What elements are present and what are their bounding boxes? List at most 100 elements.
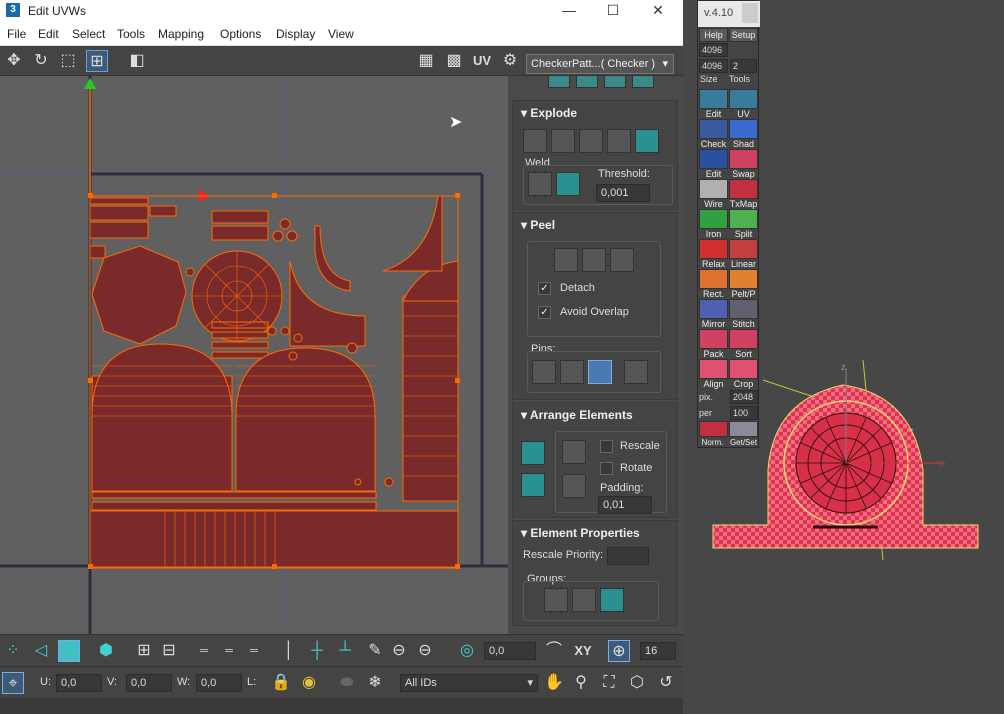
freeze-icon[interactable]: ❄ xyxy=(364,672,386,694)
menu-options[interactable]: Options xyxy=(220,27,261,41)
get-set-button[interactable] xyxy=(729,421,758,437)
zoom-region-icon[interactable]: ⛶ xyxy=(598,672,620,694)
edit-ps-button[interactable] xyxy=(699,149,728,169)
explode-tool-3-icon[interactable] xyxy=(579,129,603,153)
wire-button[interactable] xyxy=(699,179,728,199)
explode-tool-2-icon[interactable] xyxy=(551,129,575,153)
select-pins-icon[interactable] xyxy=(624,360,648,384)
point-to-point-icon[interactable]: ┼ xyxy=(306,640,328,662)
auto-pin-icon[interactable] xyxy=(588,360,612,384)
quick-tool-3-icon[interactable] xyxy=(604,76,626,88)
split-button[interactable] xyxy=(729,209,758,229)
move-icon[interactable]: ✥ xyxy=(3,50,25,72)
arrange-header[interactable]: ▾ Arrange Elements xyxy=(521,408,633,422)
uv-canvas[interactable] xyxy=(0,76,508,634)
select-group-icon[interactable] xyxy=(600,588,624,612)
maximize-button[interactable]: ☐ xyxy=(593,1,633,19)
loop-grow-icon[interactable]: ═ xyxy=(218,640,240,662)
zoom-icon[interactable]: ⚲ xyxy=(570,672,592,694)
ring-grow-icon[interactable]: │ xyxy=(278,640,300,662)
help-button[interactable]: Help xyxy=(699,28,728,42)
mirror-button[interactable] xyxy=(699,299,728,319)
group-selected-icon[interactable] xyxy=(544,588,568,612)
rescale-priority-spinner[interactable] xyxy=(607,547,649,565)
vertex-mode-icon[interactable]: ⁘ xyxy=(2,640,24,662)
rotate-icon[interactable]: ↻ xyxy=(30,50,52,72)
shrink-select-icon[interactable]: ⊟ xyxy=(158,640,180,662)
loop-select-icon[interactable]: ═ xyxy=(193,640,215,662)
quick-tool-2-icon[interactable] xyxy=(576,76,598,88)
menu-select[interactable]: Select xyxy=(72,27,105,41)
norm-button[interactable] xyxy=(699,421,728,437)
sort-button[interactable] xyxy=(729,329,758,349)
swap-button[interactable] xyxy=(729,149,758,169)
peel-quick-icon[interactable] xyxy=(554,248,578,272)
grid-spinner[interactable]: 16 xyxy=(640,642,676,660)
xy-toggle[interactable]: XY xyxy=(572,640,594,662)
edit-button[interactable] xyxy=(699,89,728,109)
hide-icon[interactable]: ◉ xyxy=(298,672,320,694)
detach-checkbox[interactable]: ✓ xyxy=(538,282,551,295)
floater-close-button[interactable] xyxy=(742,3,758,23)
absolute-mode-icon[interactable]: ⌖ xyxy=(2,672,24,694)
rescale-checkbox[interactable] xyxy=(600,440,613,453)
mirror-icon[interactable]: ◧ xyxy=(126,50,148,72)
crop-button[interactable] xyxy=(729,359,758,379)
menu-display[interactable]: Display xyxy=(276,27,315,41)
unpin-icon[interactable] xyxy=(560,360,584,384)
ungroup-icon[interactable] xyxy=(572,588,596,612)
avoid-overlap-checkbox[interactable]: ✓ xyxy=(538,306,551,319)
element-properties-header[interactable]: ▾ Element Properties xyxy=(521,526,640,540)
pelt-button[interactable] xyxy=(729,269,758,289)
peel-reset-icon[interactable] xyxy=(610,248,634,272)
size-a-field[interactable]: 4096 xyxy=(699,43,728,57)
pin-icon[interactable] xyxy=(532,360,556,384)
lock-icon[interactable]: 🔒 xyxy=(270,672,292,694)
check-button[interactable] xyxy=(699,119,728,139)
edge-seam-icon[interactable]: ┴ xyxy=(334,640,356,662)
freeform-icon[interactable]: ⊞ xyxy=(86,50,108,72)
size-c-field[interactable]: 2 xyxy=(730,59,757,73)
txmap-button[interactable] xyxy=(729,179,758,199)
menu-mapping[interactable]: Mapping xyxy=(158,27,204,41)
per-field[interactable]: 100 xyxy=(730,406,758,420)
pack-button[interactable] xyxy=(699,329,728,349)
face-mode-icon[interactable] xyxy=(58,640,80,662)
edge-mode-icon[interactable]: ◁ xyxy=(30,640,52,662)
checker-icon[interactable]: ▩ xyxy=(443,50,465,72)
settings-icon[interactable]: ⚙ xyxy=(499,50,521,72)
threshold-spinner[interactable]: 0,001 xyxy=(596,184,650,202)
rect-button[interactable] xyxy=(699,269,728,289)
minimize-button[interactable]: — xyxy=(549,1,589,19)
scale-icon[interactable]: ⬚ xyxy=(57,50,79,72)
paint-shrink-icon[interactable]: ⊖ xyxy=(414,640,436,662)
weld-selected-icon[interactable] xyxy=(528,172,552,196)
relax-button[interactable] xyxy=(699,239,728,259)
menu-tools[interactable]: Tools xyxy=(117,27,145,41)
uv-editor-viewport[interactable]: ➤ xyxy=(0,76,508,634)
linear-button[interactable] xyxy=(729,239,758,259)
align-button[interactable] xyxy=(699,359,728,379)
padding-spinner[interactable]: 0,01 xyxy=(598,496,652,514)
menu-file[interactable]: File xyxy=(7,27,26,41)
explode-tool-5-icon[interactable] xyxy=(635,129,659,153)
freeze-hidden-icon[interactable]: ⬬ xyxy=(336,672,358,694)
w-spinner[interactable]: 0,0 xyxy=(196,674,242,692)
paint-select-icon[interactable]: ✎ xyxy=(364,640,386,662)
close-button[interactable]: ✕ xyxy=(638,1,678,19)
quick-tool-1-icon[interactable] xyxy=(548,76,570,88)
falloff-spinner[interactable]: 0,0 xyxy=(484,642,536,660)
pack-together-icon[interactable] xyxy=(521,473,545,497)
menu-view[interactable]: View xyxy=(328,27,354,41)
v-spinner[interactable]: 0,0 xyxy=(126,674,172,692)
falloff-curve-icon[interactable]: ⌒ xyxy=(543,640,565,662)
pack-custom-icon[interactable] xyxy=(562,440,586,464)
explode-tool-4-icon[interactable] xyxy=(607,129,631,153)
weld-target-icon[interactable] xyxy=(556,172,580,196)
pan-icon[interactable]: ✋ xyxy=(543,672,565,694)
ring-select-icon[interactable]: ═ xyxy=(243,640,265,662)
pix-field[interactable]: 2048 xyxy=(730,390,758,404)
explode-header[interactable]: ▾ Explode xyxy=(521,106,577,120)
show-map-icon[interactable]: ▦ xyxy=(415,50,437,72)
u-spinner[interactable]: 0,0 xyxy=(56,674,102,692)
